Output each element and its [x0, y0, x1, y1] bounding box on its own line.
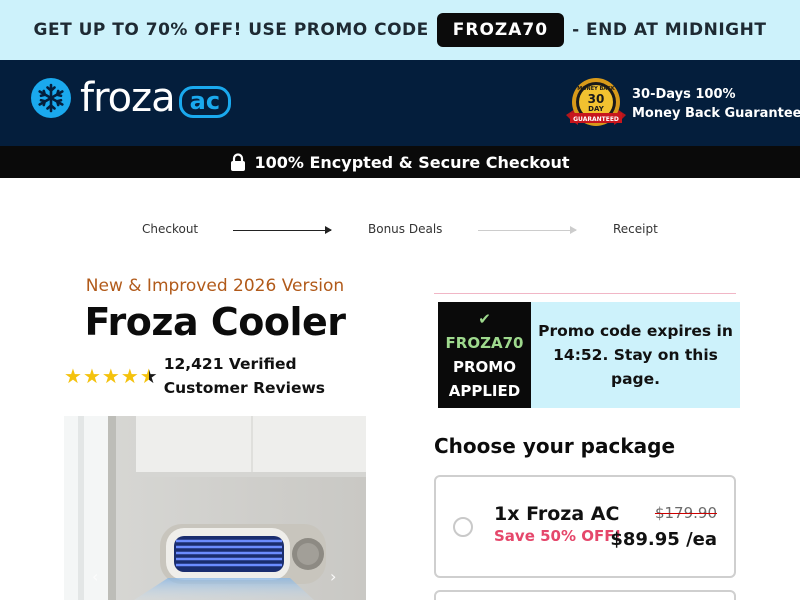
step-bonus-deals: Bonus Deals — [368, 222, 443, 236]
logo[interactable]: froza ac — [30, 75, 232, 121]
step-arrow-2 — [478, 226, 577, 234]
logo-ac-badge: ac — [178, 86, 232, 118]
package-old-price: $179.90 — [654, 504, 717, 522]
promo-expiry-message: Promo code expires in 14:52. Stay on thi… — [531, 302, 740, 408]
star-icon: ★ — [82, 364, 101, 388]
half-star-icon: ★ — [139, 364, 158, 388]
snowflake-icon — [31, 78, 71, 118]
guarantee-text: 30-Days 100% Money Back Guarantee — [632, 85, 800, 123]
promo-banner-text: GET UP TO 70% OFF! USE PROMO CODE — [33, 20, 429, 40]
step-arrow-1 — [233, 226, 332, 234]
product-subheading: New & Improved 2026 Version — [85, 276, 345, 296]
star-icon: ★ — [101, 364, 120, 388]
promo-applied-badge: ✔ FROZA70 PROMO APPLIED — [438, 302, 531, 408]
svg-text:›: › — [330, 567, 336, 586]
product-title: Froza Cooler — [84, 300, 346, 344]
promo-code-badge: FROZA70 — [436, 13, 565, 47]
promo-banner: GET UP TO 70% OFF! USE PROMO CODE FROZA7… — [0, 0, 800, 60]
promo-applied-code: FROZA70 — [445, 334, 524, 352]
choose-package-heading: Choose your package — [434, 434, 676, 458]
logo-wordmark: froza — [80, 75, 176, 121]
guarantee-line-1: 30-Days 100% — [632, 87, 736, 102]
money-back-guarantee: MONEY BACK 30 DAY GUARANTEED 30-Days 100… — [564, 77, 800, 131]
guarantee-line-2: Money Back Guarantee — [632, 106, 800, 121]
package-option-1[interactable]: 1x Froza AC Save 50% OFF! $179.90 $89.95… — [434, 475, 736, 578]
star-icon: ★ — [64, 364, 82, 388]
review-count: 12,421 Verified Customer Reviews — [164, 352, 325, 400]
promo-applied-line-2: PROMO — [453, 358, 516, 376]
star-icon: ★ — [120, 364, 139, 388]
product-photo: ‹ › — [64, 416, 366, 600]
divider — [434, 293, 736, 294]
site-header: froza ac MONEY BACK 30 DAY GUARANTEED 30… — [0, 60, 800, 146]
lock-icon — [231, 153, 246, 171]
step-checkout: Checkout — [142, 222, 199, 236]
step-receipt: Receipt — [613, 222, 658, 236]
svg-text:‹: ‹ — [92, 567, 98, 586]
promo-applied-line-3: APPLIED — [448, 382, 521, 400]
review-count-line-2: Customer Reviews — [163, 379, 326, 397]
seal-text-day: DAY — [588, 105, 605, 113]
guarantee-seal-icon: MONEY BACK 30 DAY GUARANTEED — [566, 78, 626, 126]
rating-stars: ★ ★ ★ ★ ★ — [64, 366, 158, 386]
secure-checkout-text: 100% Encypted & Secure Checkout — [254, 152, 570, 172]
package-option-2[interactable] — [434, 590, 736, 600]
seal-text-bottom: GUARANTEED — [573, 116, 619, 123]
package-discount: Save 50% OFF! — [494, 527, 622, 545]
package-radio[interactable] — [453, 517, 473, 537]
promo-banner-deadline: - END AT MIDNIGHT — [572, 20, 767, 40]
package-name: 1x Froza AC — [494, 503, 620, 525]
secure-checkout-bar: 100% Encypted & Secure Checkout — [0, 146, 800, 178]
review-count-line-1: 12,421 Verified — [163, 355, 297, 373]
seal-text-number: 30 — [588, 92, 605, 106]
package-price: $89.95 /ea — [610, 529, 717, 550]
promo-applied-box: ✔ FROZA70 PROMO APPLIED Promo code expir… — [438, 302, 740, 408]
check-icon: ✔ — [478, 310, 491, 328]
checkout-steps: Checkout Bonus Deals Receipt — [0, 222, 800, 240]
product-image-carousel[interactable]: ‹ › — [64, 416, 366, 600]
product-rating: ★ ★ ★ ★ ★ 12,421 Verified Customer Revie… — [64, 352, 325, 400]
